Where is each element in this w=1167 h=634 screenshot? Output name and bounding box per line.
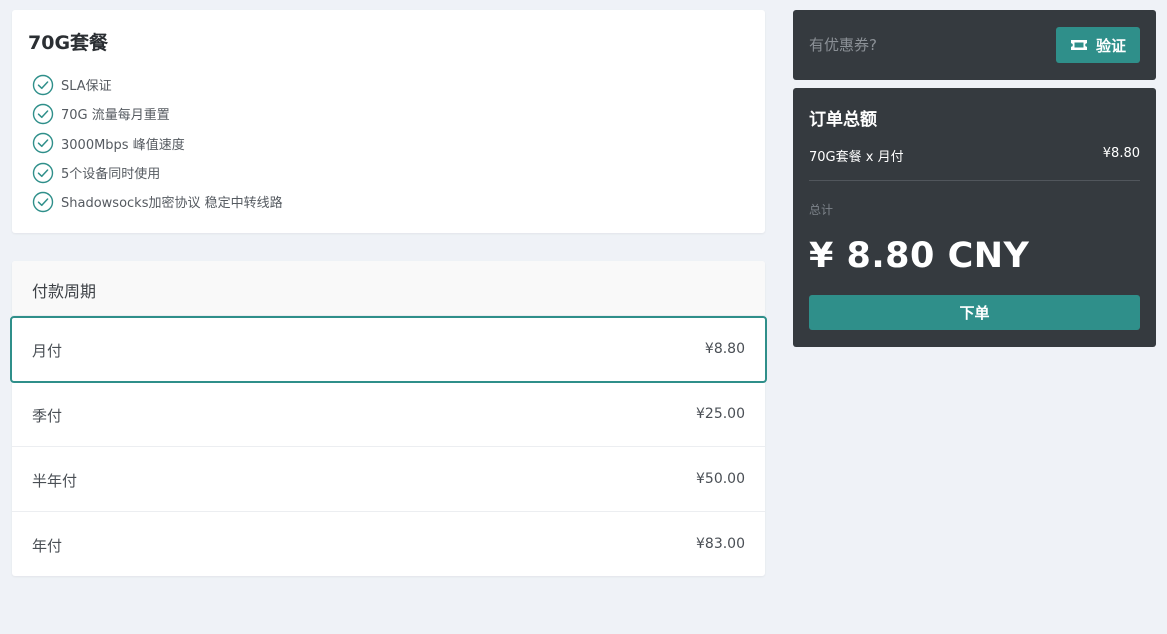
period-option-half-yearly[interactable]: 半年付 ¥50.00 — [12, 447, 765, 512]
verify-coupon-button[interactable]: 验证 — [1056, 27, 1140, 63]
feature-item: 5个设备同时使用 — [32, 158, 283, 187]
period-option-yearly[interactable]: 年付 ¥83.00 — [12, 512, 765, 577]
total-amount: ¥ 8.80 CNY — [809, 236, 1030, 276]
feature-item: SLA保证 — [32, 70, 283, 99]
period-option-price: ¥50.00 — [696, 471, 745, 487]
feature-label: SLA保证 — [61, 79, 112, 95]
period-option-label: 半年付 — [32, 472, 78, 490]
period-option-monthly[interactable]: 月付 ¥8.80 — [10, 316, 767, 383]
payment-period-header: 付款周期 — [12, 261, 765, 316]
period-option-price: ¥25.00 — [696, 406, 745, 422]
feature-item: 3000Mbps 峰值速度 — [32, 129, 283, 158]
payment-period-card: 付款周期 月付 ¥8.80 季付 ¥25.00 半年付 ¥50.00 年付 ¥8… — [10, 261, 767, 577]
summary-divider — [809, 180, 1140, 181]
feature-item: Shadowsocks加密协议 稳定中转线路 — [32, 187, 283, 216]
feature-label: 70G 流量每月重置 — [61, 108, 170, 124]
check-circle-icon — [32, 162, 54, 184]
order-summary-title: 订单总额 — [809, 110, 877, 130]
feature-item: 70G 流量每月重置 — [32, 99, 283, 128]
order-summary-card: 订单总额 70G套餐 x 月付 ¥8.80 总计 ¥ 8.80 CNY 下单 — [793, 88, 1156, 347]
period-option-price: ¥8.80 — [704, 341, 745, 357]
total-label: 总计 — [809, 203, 834, 217]
period-option-label: 季付 — [32, 407, 63, 425]
order-item-price: ¥8.80 — [1102, 146, 1140, 161]
period-option-quarterly[interactable]: 季付 ¥25.00 — [12, 382, 765, 447]
feature-label: 3000Mbps 峰值速度 — [61, 137, 185, 153]
coupon-input[interactable] — [809, 33, 1029, 57]
plan-card: 70G套餐 SLA保证 70G 流量每月重置 3000Mbps 峰值速度 5个设… — [12, 10, 765, 233]
check-circle-icon — [32, 103, 54, 125]
feature-label: 5个设备同时使用 — [61, 167, 161, 183]
feature-label: Shadowsocks加密协议 稳定中转线路 — [61, 196, 283, 212]
order-item-label: 70G套餐 x 月付 — [809, 150, 904, 165]
period-option-label: 月付 — [32, 342, 63, 360]
payment-period-title: 付款周期 — [32, 282, 97, 301]
plan-title: 70G套餐 — [28, 32, 109, 54]
check-circle-icon — [32, 74, 54, 96]
check-circle-icon — [32, 132, 54, 154]
check-circle-icon — [32, 191, 54, 213]
period-option-price: ¥83.00 — [696, 536, 745, 552]
coupon-card: 验证 — [793, 10, 1156, 80]
place-order-button[interactable]: 下单 — [809, 295, 1140, 330]
verify-button-label: 验证 — [1095, 36, 1126, 55]
feature-list: SLA保证 70G 流量每月重置 3000Mbps 峰值速度 5个设备同时使用 … — [32, 70, 283, 216]
period-option-label: 年付 — [32, 537, 63, 555]
ticket-icon — [1070, 39, 1088, 51]
